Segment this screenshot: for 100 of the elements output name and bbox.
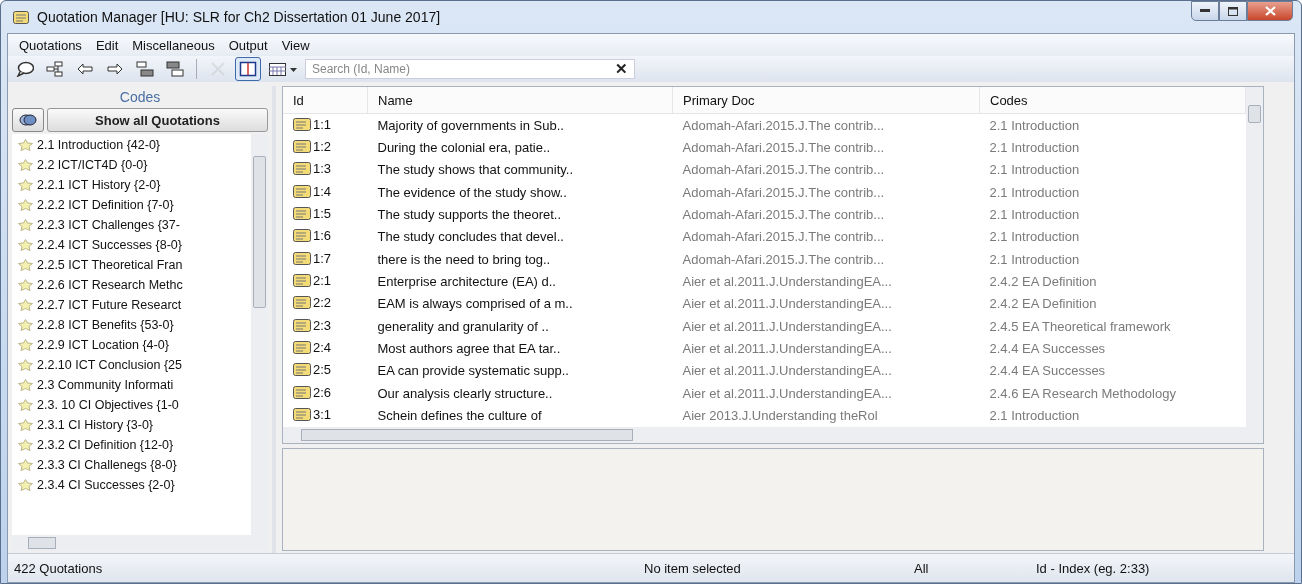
code-list-item[interactable]: 2.2.2 ICT Definition {7-0} bbox=[37, 198, 174, 212]
code-icon bbox=[18, 259, 33, 271]
column-header[interactable]: Codes bbox=[979, 87, 1246, 114]
table-cell: 2:3 bbox=[313, 317, 332, 333]
code-icon bbox=[18, 299, 33, 311]
code-icon bbox=[18, 179, 33, 191]
table-cell: 2:1 bbox=[313, 273, 332, 289]
table-cell: During the colonial era, patie.. bbox=[377, 140, 551, 156]
quotation-icon bbox=[293, 207, 311, 221]
quotation-icon bbox=[293, 184, 311, 198]
close-button[interactable] bbox=[1247, 1, 1293, 21]
table-cell: 2:2 bbox=[313, 295, 332, 311]
code-list-item[interactable]: 2.2.8 ICT Benefits {53-0} bbox=[37, 318, 174, 332]
code-list-item[interactable]: 2.2.5 ICT Theoretical Fran bbox=[37, 258, 183, 272]
code-list-item[interactable]: 2.3.3 CI Challenegs {8-0} bbox=[37, 458, 177, 472]
column-header[interactable]: Id bbox=[283, 87, 368, 114]
code-icon bbox=[18, 239, 33, 251]
quotation-icon bbox=[293, 251, 311, 265]
code-list-item[interactable]: 2.3.1 CI History {3-0} bbox=[37, 418, 154, 432]
maximize-button[interactable] bbox=[1219, 1, 1247, 21]
code-list-item[interactable]: 2.3.2 CI Definition {12-0} bbox=[37, 438, 174, 452]
quotation-icon bbox=[293, 318, 311, 332]
quotation-icon bbox=[293, 229, 311, 243]
menu-item[interactable]: Miscellaneous bbox=[125, 37, 222, 53]
code-icon bbox=[18, 379, 33, 391]
code-icon bbox=[18, 279, 33, 291]
code-list-item[interactable]: 2.3. 10 CI Objectives {1-0 bbox=[37, 398, 179, 412]
table-cell: 2.4.2 EA Definition bbox=[989, 274, 1097, 290]
code-list-item[interactable]: 2.2.9 ICT Location {4-0} bbox=[37, 338, 169, 352]
code-icon bbox=[18, 319, 33, 331]
table-cell: Aier et al.2011.J.UnderstandingEA... bbox=[682, 318, 892, 334]
vertical-scrollbar[interactable] bbox=[251, 134, 268, 535]
maximize-icon bbox=[1228, 6, 1238, 16]
table-cell: 2.1 Introduction bbox=[989, 184, 1080, 200]
code-list-item[interactable]: 2.3.4 CI Successes {2-0} bbox=[37, 478, 175, 492]
table-cell: The evidence of the study show.. bbox=[377, 184, 567, 200]
code-icon bbox=[18, 419, 33, 431]
code-list-item[interactable]: 2.2.7 ICT Future Researct bbox=[37, 298, 182, 312]
table-cell: 1:2 bbox=[313, 139, 332, 155]
status-text: No item selected bbox=[644, 560, 742, 576]
table-cell: 2.4.5 EA Theoretical framework bbox=[989, 318, 1171, 334]
code-icon bbox=[18, 339, 33, 351]
minimize-button[interactable] bbox=[1191, 1, 1219, 21]
table-cell: Majority of governments in Sub.. bbox=[377, 117, 564, 133]
menu-item[interactable]: Output bbox=[221, 37, 275, 53]
quotation-icon bbox=[293, 296, 311, 310]
code-list-item[interactable]: 2.2 ICT/ICT4D {0-0} bbox=[37, 158, 148, 172]
code-list-item[interactable]: 2.1 Introduction {42-0} bbox=[37, 138, 160, 152]
table-cell: Adomah-Afari.2015.J.The contrib... bbox=[682, 117, 885, 133]
show-all-quotations-button[interactable]: Show all Quotations bbox=[47, 108, 268, 132]
quotation-icon bbox=[293, 162, 311, 176]
vertical-scrollbar[interactable] bbox=[1246, 87, 1263, 427]
code-icon bbox=[18, 359, 33, 371]
table-cell: The study shows that community.. bbox=[377, 162, 574, 178]
table-cell: Adomah-Afari.2015.J.The contrib... bbox=[682, 207, 885, 223]
code-list-item[interactable]: 2.2.10 ICT Conclusion {25 bbox=[37, 358, 182, 372]
window-title: Quotation Manager [HU: SLR for Ch2 Dissertation 01 June 2017] bbox=[37, 9, 441, 25]
table-cell: 3:1 bbox=[313, 407, 332, 423]
table-cell: 2.1 Introduction bbox=[989, 251, 1080, 267]
status-text: All bbox=[914, 560, 930, 576]
code-list-item[interactable]: 2.2.6 ICT Research Methc bbox=[37, 278, 183, 292]
table-cell: 2.4.4 EA Successes bbox=[989, 363, 1106, 379]
table-cell: The study supports the theoret.. bbox=[377, 207, 562, 223]
table-cell: 2:5 bbox=[313, 362, 332, 378]
table-cell: Adomah-Afari.2015.J.The contrib... bbox=[682, 162, 885, 178]
table-cell: Aier et al.2011.J.UnderstandingEA... bbox=[682, 274, 892, 290]
table-cell: Adomah-Afari.2015.J.The contrib... bbox=[682, 229, 885, 245]
table-cell: Adomah-Afari.2015.J.The contrib... bbox=[682, 184, 885, 200]
search-field[interactable]: Search (Id, Name) ✕ bbox=[305, 59, 635, 79]
table-cell: 1:6 bbox=[313, 228, 332, 244]
code-list-item[interactable]: 2.3 Community Informati bbox=[37, 378, 174, 392]
clear-search-button[interactable]: ✕ bbox=[615, 60, 628, 78]
horizontal-scrollbar[interactable] bbox=[12, 535, 268, 551]
menu-item[interactable]: View bbox=[274, 37, 317, 53]
column-header[interactable]: Primary Doc bbox=[672, 87, 980, 114]
table-cell: Enterprise architecture (EA) d.. bbox=[377, 274, 556, 290]
table-cell: 2.4.6 EA Research Methodology bbox=[989, 385, 1176, 401]
column-header[interactable]: Name bbox=[367, 87, 673, 114]
code-list-item[interactable]: 2.2.1 ICT History {2-0} bbox=[37, 178, 161, 192]
table-cell: Our analysis clearly structure.. bbox=[377, 385, 553, 401]
overlapping-circles-icon bbox=[19, 113, 37, 127]
filter-button[interactable] bbox=[12, 108, 44, 132]
menu-item[interactable]: Edit bbox=[88, 37, 126, 53]
table-cell: 1:1 bbox=[313, 116, 332, 132]
code-list-item[interactable]: 2.2.4 ICT Successes {8-0} bbox=[37, 238, 182, 252]
quotation-icon bbox=[293, 363, 311, 377]
code-icon bbox=[18, 199, 33, 211]
table-cell: 2.1 Introduction bbox=[989, 408, 1080, 424]
table-cell: 1:3 bbox=[313, 161, 332, 177]
code-icon bbox=[18, 459, 33, 471]
table-cell: Schein defines the culture of bbox=[377, 408, 542, 424]
panel-icon[interactable] bbox=[235, 57, 261, 81]
horizontal-scrollbar[interactable] bbox=[283, 427, 1263, 443]
minimize-icon bbox=[1200, 9, 1210, 13]
table-cell: 2.4.2 EA Definition bbox=[989, 296, 1097, 312]
menu-item[interactable]: Quotations bbox=[12, 37, 89, 53]
quotation-icon bbox=[293, 274, 311, 288]
table-cell: Aier et al.2011.J.UnderstandingEA... bbox=[682, 363, 892, 379]
code-icon bbox=[18, 139, 33, 151]
code-list-item[interactable]: 2.2.3 ICT Challenges {37- bbox=[37, 218, 180, 232]
